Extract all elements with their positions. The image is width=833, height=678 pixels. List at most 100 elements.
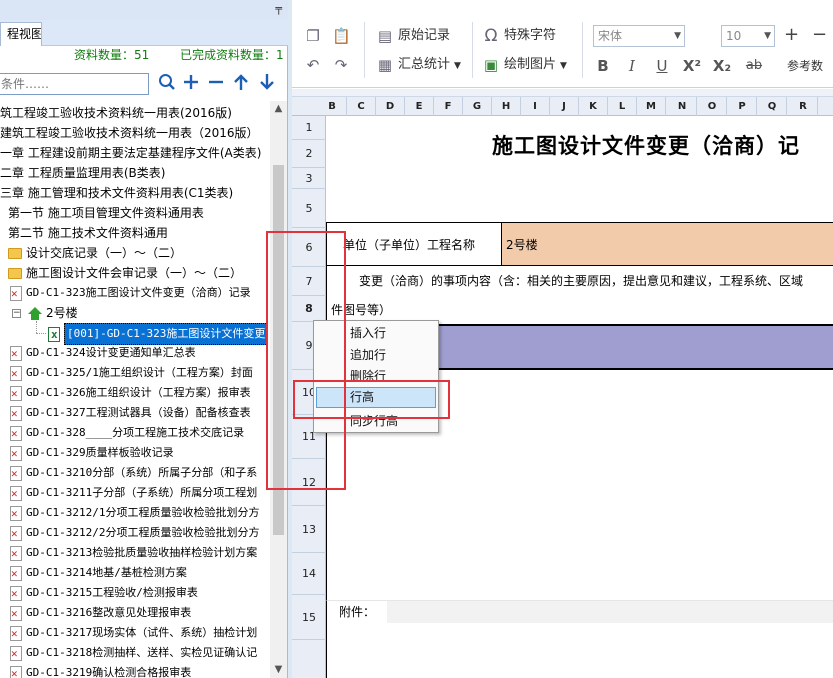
original-record-button[interactable]: ▤ 原始记录 (376, 26, 450, 46)
strikethrough-button[interactable]: ab (743, 55, 765, 77)
column-header-cell[interactable]: G (463, 97, 492, 116)
scroll-up-icon[interactable]: ▲ (270, 101, 287, 117)
tree-item[interactable]: GD-C1-3213检验批质量验收抽样检验计划方案 (10, 543, 257, 563)
column-header-cell[interactable]: I (521, 97, 550, 116)
row-header-cell[interactable]: 15 (292, 595, 326, 640)
tree-item-label: GD-C1-3215工程验收/检测报审表 (26, 586, 198, 599)
tree-item[interactable]: GD-C1-3212/2分项工程质量验收检验批划分方 (10, 523, 259, 543)
row-header-cell[interactable]: 6 (292, 228, 326, 267)
row-header-cell[interactable]: 3 (292, 168, 326, 189)
column-header-cell[interactable]: R (789, 97, 818, 116)
reference-button[interactable]: 参考数 (787, 56, 823, 76)
menu-item-insert-row[interactable]: 插入行 (316, 323, 436, 344)
column-header-cell[interactable]: K (579, 97, 608, 116)
column-header-cell[interactable]: L (608, 97, 637, 116)
row-header-cell[interactable]: 8 (292, 296, 326, 322)
paste-icon[interactable]: 📋 (332, 26, 354, 46)
column-header-cell[interactable]: E (405, 97, 434, 116)
bold-button[interactable]: B (592, 55, 614, 77)
tree-item-selected[interactable]: [001]-GD-C1-323施工图设计文件变更 (48, 323, 269, 345)
tree-scrollbar[interactable]: ▲ ▼ (270, 101, 287, 678)
tree-item[interactable]: GD-C1-327工程测试器具（设备）配备核查表 (10, 403, 251, 423)
scroll-down-icon[interactable]: ▼ (270, 662, 287, 678)
row-header-cell[interactable]: 7 (292, 267, 326, 296)
tree-item[interactable]: 设计交底记录（一）～（二） (8, 243, 182, 263)
underline-button[interactable]: U (651, 55, 673, 77)
arrow-down-icon[interactable] (256, 73, 278, 97)
tree-item[interactable]: 二章 工程质量监理用表(B类表) (0, 163, 165, 183)
column-header-cell[interactable]: P (728, 97, 757, 116)
superscript-button[interactable]: X² (681, 55, 703, 77)
lower-content-area[interactable] (326, 622, 833, 678)
pin-icon[interactable]: ╤ (275, 2, 282, 15)
tree-item[interactable]: GD-C1-3218检测抽样、送样、实检见证确认记 (10, 643, 257, 663)
decrease-font-icon[interactable]: − (812, 24, 827, 45)
tree-item[interactable]: GD-C1-3211子分部（子系统）所属分项工程划 (10, 483, 257, 503)
column-header-cell[interactable]: B (318, 97, 347, 116)
unit-name-value[interactable]: 2号楼 (502, 222, 833, 266)
subscript-button[interactable]: X₂ (711, 55, 733, 77)
menu-item-row-height[interactable]: 行高 (316, 387, 436, 408)
tree-item[interactable]: 建筑工程竣工验收技术资料统一用表（2016版） (0, 123, 259, 143)
tree-item[interactable]: GD-C1-3216整改意见处理报审表 (10, 603, 191, 623)
column-header-cell[interactable]: F (434, 97, 463, 116)
column-header-cell[interactable]: D (376, 97, 405, 116)
search-icon[interactable] (156, 73, 178, 97)
italic-button[interactable]: I (621, 55, 643, 77)
tree-item[interactable]: GD-C1-3214地基/基桩检测方案 (10, 563, 187, 583)
column-header-cell[interactable]: Q (758, 97, 787, 116)
row-header-cell[interactable]: 12 (292, 459, 326, 506)
tree-item[interactable]: 施工图设计文件会审记录（一）～（二） (8, 263, 242, 283)
font-name-select[interactable]: 宋体 ▼ (593, 25, 685, 47)
tree-item[interactable]: GD-C1-324设计变更通知单汇总表 (10, 343, 196, 363)
tree-item[interactable]: GD-C1-323施工图设计文件变更（洽商）记录 (10, 283, 251, 303)
arrow-up-icon[interactable] (230, 73, 252, 97)
collapse-icon[interactable]: − (12, 309, 21, 318)
copy-icon[interactable]: ❐ (304, 26, 326, 46)
add-icon[interactable] (180, 73, 202, 97)
tree-item[interactable]: 第一节 施工项目管理文件资料通用表 (8, 203, 204, 223)
special-chars-button[interactable]: Ω 特殊字符 (482, 26, 557, 46)
draw-picture-button[interactable]: ▣ 绘制图片 ▼ (482, 55, 567, 76)
attachment-field[interactable] (387, 601, 833, 623)
summary-stats-button[interactable]: ▦ 汇总统计 ▼ (376, 55, 461, 76)
tree-item[interactable]: 第二节 施工技术文件资料通用 (8, 223, 168, 243)
column-header-cell[interactable]: O (698, 97, 727, 116)
redo-icon[interactable]: ↷ (332, 55, 354, 75)
row-header-cell[interactable]: 1 (292, 116, 326, 140)
increase-font-icon[interactable]: + (784, 24, 799, 45)
search-input[interactable] (0, 73, 149, 95)
font-size-select[interactable]: 10 ▼ (721, 25, 775, 47)
tree-item[interactable]: GD-C1-3215工程验收/检测报审表 (10, 583, 198, 603)
column-header-cell[interactable]: M (637, 97, 666, 116)
tree-item[interactable]: GD-C1-329质量样板验收记录 (10, 443, 174, 463)
tree-item[interactable]: 筑工程竣工验收技术资料统一用表(2016版) (0, 103, 232, 123)
tree-item[interactable]: GD-C1-3210分部（系统）所属子分部（和子系 (10, 463, 257, 483)
menu-item-append-row[interactable]: 追加行 (316, 345, 436, 366)
column-header-cell[interactable]: H (492, 97, 521, 116)
attachment-row[interactable]: 附件： (326, 600, 833, 623)
menu-item-sync-row-height[interactable]: 同步行高 (316, 411, 436, 432)
row-header-cell[interactable]: 14 (292, 553, 326, 595)
change-description[interactable]: 变更（洽商）的事项内容（含：相关的主要原因，提出意见和建议，工程系统、区域 件图… (326, 266, 833, 324)
column-header-cell[interactable]: C (347, 97, 376, 116)
column-header-cell[interactable]: N (668, 97, 697, 116)
row-header-cell[interactable]: 2 (292, 140, 326, 168)
tree-item[interactable]: GD-C1-325/1施工组织设计（工程方案）封面 (10, 363, 253, 383)
undo-icon[interactable]: ↶ (304, 55, 326, 75)
tab-project-view[interactable]: 程视图 (0, 22, 42, 46)
tree-item[interactable]: GD-C1-3219确认检测合格报审表 (10, 663, 191, 678)
minus-icon[interactable] (205, 73, 227, 97)
tree-item[interactable]: GD-C1-326施工组织设计（工程方案）报审表 (10, 383, 251, 403)
row-header-cell[interactable]: 13 (292, 506, 326, 553)
tree-item[interactable]: 一章 工程建设前期主要法定基建程序文件(A类表) (0, 143, 261, 163)
tree-item[interactable]: GD-C1-328____分项工程施工技术交底记录 (10, 423, 244, 443)
tree-item[interactable]: GD-C1-3217现场实体（试件、系统）抽检计划 (10, 623, 257, 643)
tree-item[interactable]: 三章 施工管理和技术文件资料用表(C1类表) (0, 183, 233, 203)
tree-item[interactable]: GD-C1-3212/1分项工程质量验收检验批划分方 (10, 503, 259, 523)
column-header-cell[interactable]: J (550, 97, 579, 116)
menu-item-delete-row[interactable]: 删除行 (316, 366, 436, 387)
scrollbar-thumb[interactable] (273, 165, 284, 535)
tree-item[interactable]: 2号楼 (28, 303, 78, 323)
row-header-cell[interactable]: 5 (292, 189, 326, 228)
